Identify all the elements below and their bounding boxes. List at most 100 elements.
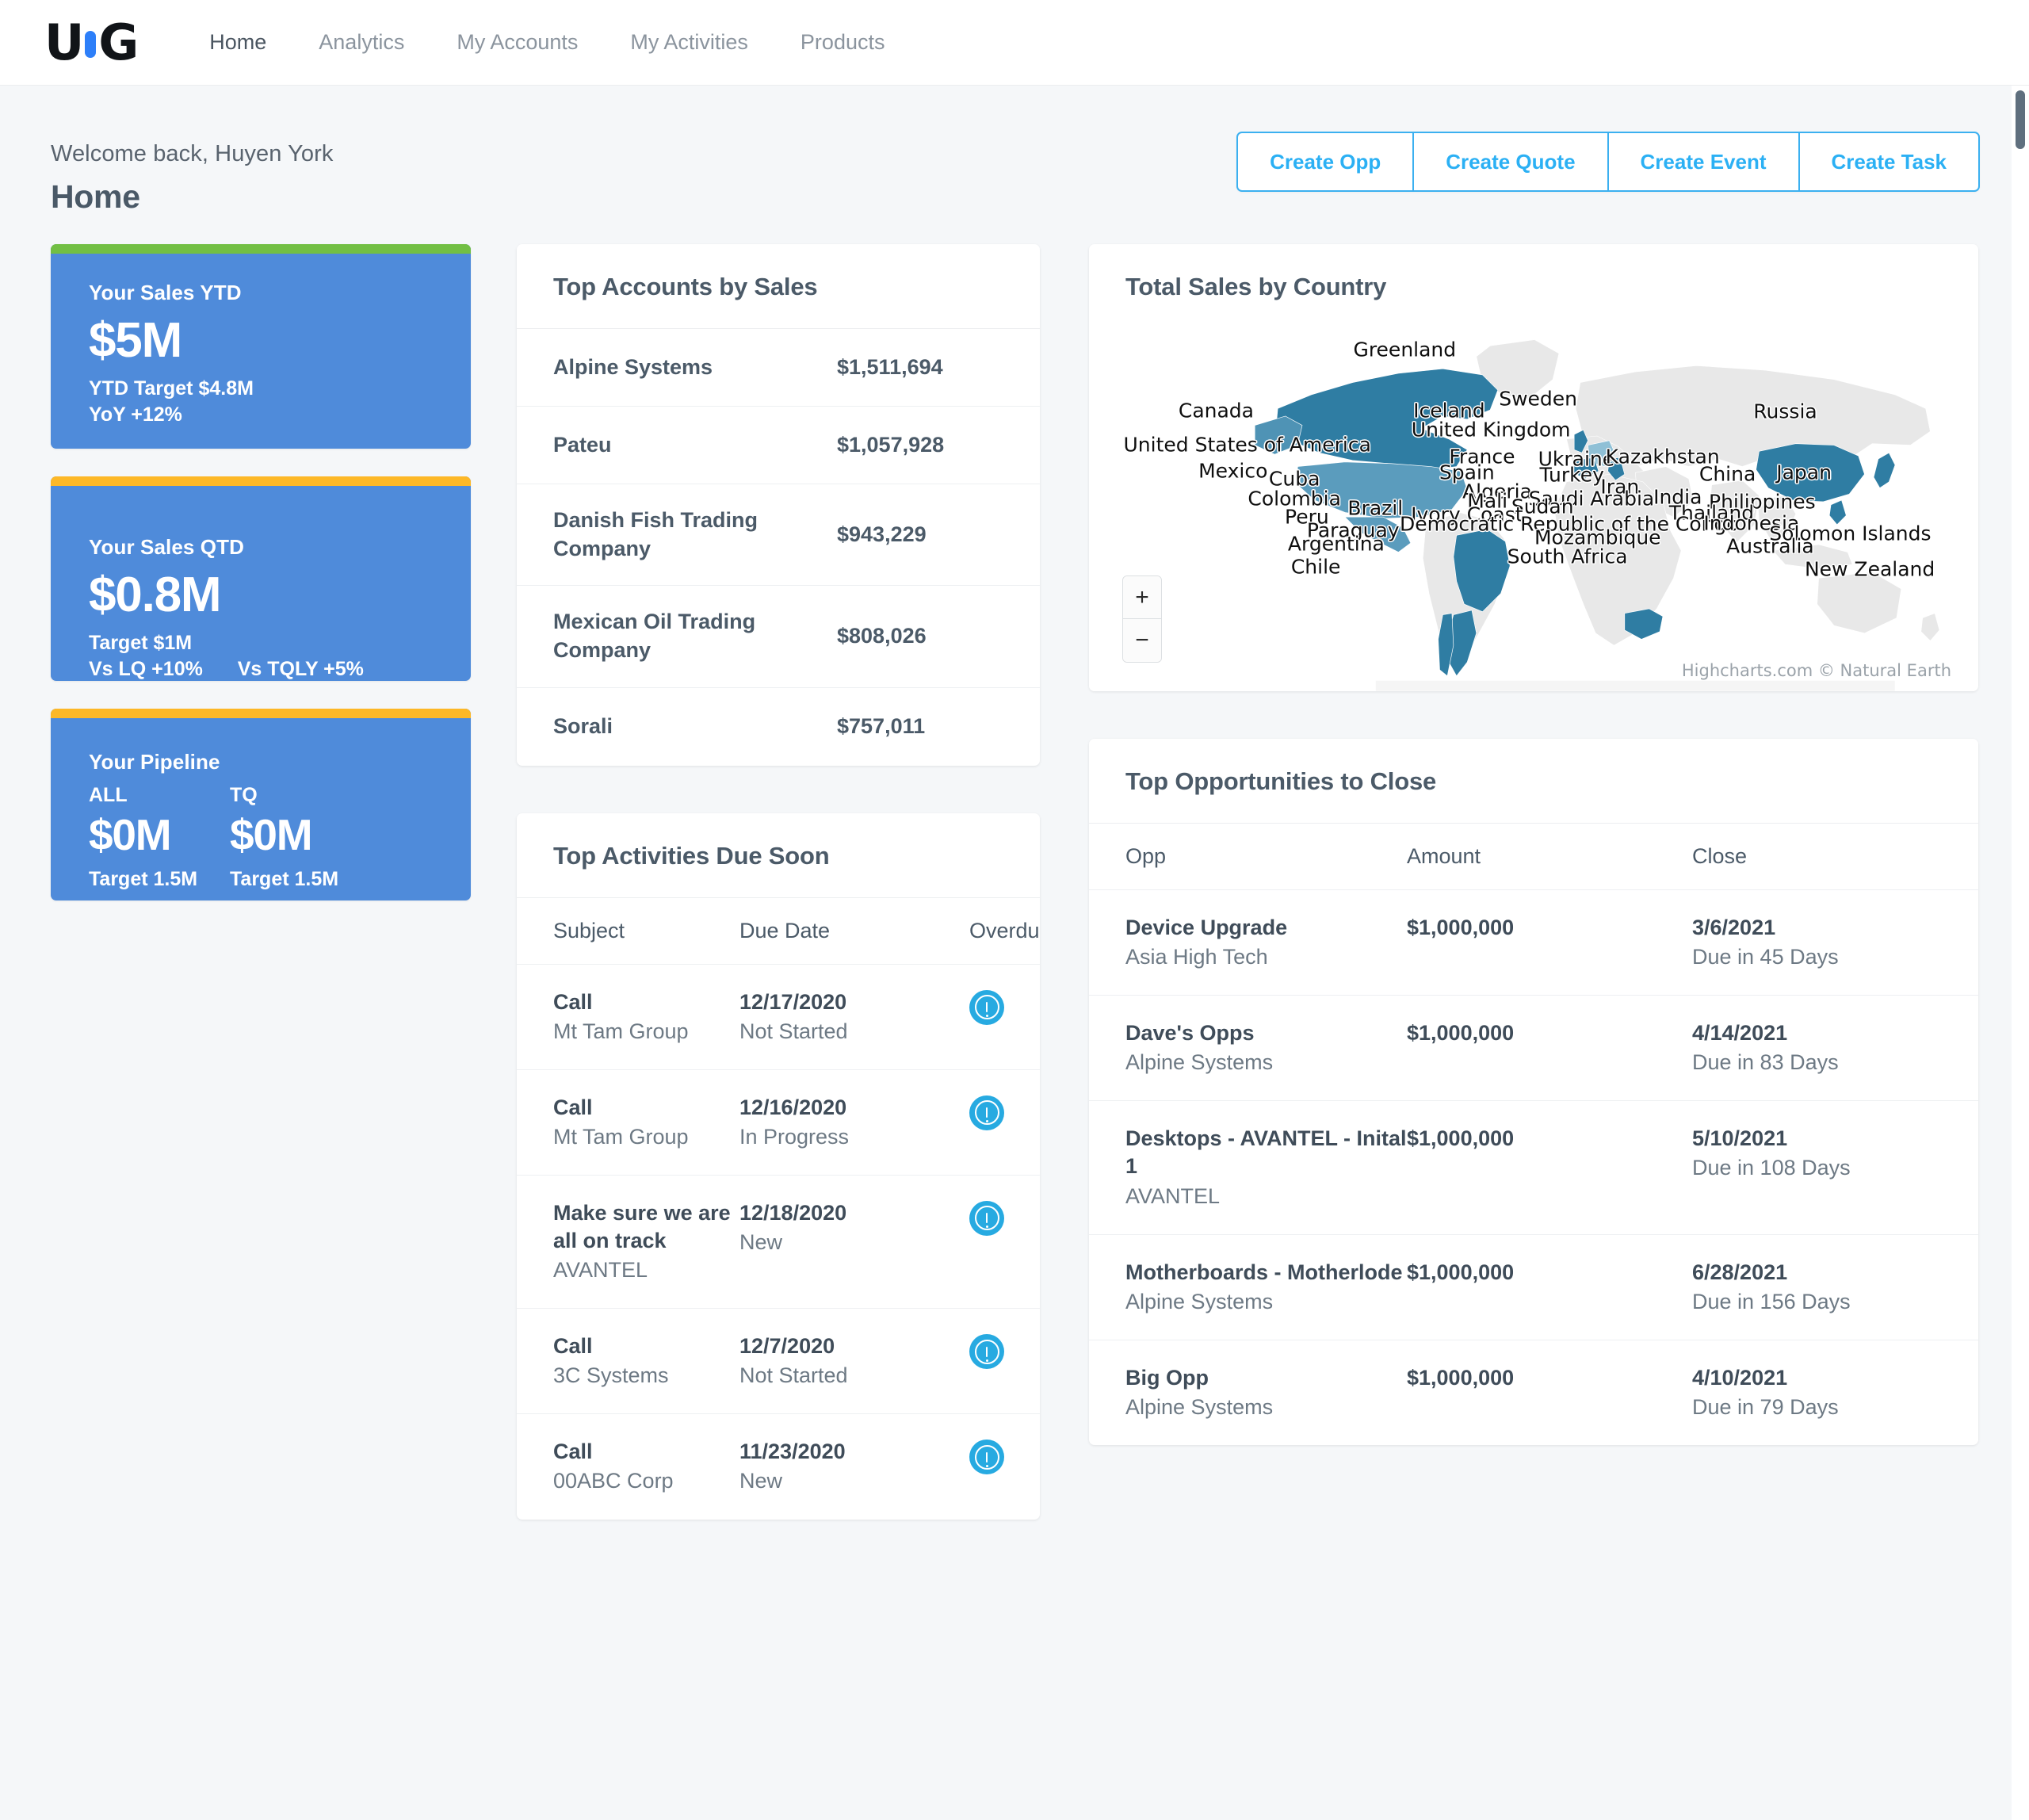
kpi-ytd-label: Your Sales YTD xyxy=(89,281,433,305)
map-zoom-in-button[interactable]: + xyxy=(1123,576,1161,619)
quick-action-bar: Create Opp Create Quote Create Event Cre… xyxy=(1236,132,1980,192)
opp-name-cell: Desktops - AVANTEL - Inital 1 AVANTEL xyxy=(1125,1125,1407,1210)
opp-close-date: 6/28/2021 xyxy=(1692,1259,1942,1287)
activity-subject[interactable]: Make sure we are all on track xyxy=(553,1199,739,1255)
world-map[interactable]: Greenland Iceland Sweden United Kingdom … xyxy=(1089,309,1978,691)
activity-due-date: 12/7/2020 xyxy=(739,1332,969,1360)
table-row[interactable]: Pateu $1,057,928 xyxy=(517,407,1040,484)
opp-name[interactable]: Dave's Opps xyxy=(1125,1019,1407,1047)
table-row[interactable]: Alpine Systems $1,511,694 xyxy=(517,329,1040,407)
opp-amount-cell: $1,000,000 xyxy=(1407,914,1692,942)
map-label: New Zealand xyxy=(1805,557,1935,580)
opp-amount: $1,000,000 xyxy=(1407,914,1692,942)
map-zoom-out-button[interactable]: − xyxy=(1123,619,1161,662)
map-label: Turkey xyxy=(1540,464,1604,487)
create-task-button[interactable]: Create Task xyxy=(1800,133,1979,190)
activity-subject-cell: Call 3C Systems xyxy=(553,1332,739,1390)
activity-subject[interactable]: Call xyxy=(553,1438,739,1466)
kpi-qtd-comparisons: Vs LQ +10% Vs TQLY +5% xyxy=(89,656,433,681)
activity-subject[interactable]: Call xyxy=(553,1332,739,1360)
opp-name[interactable]: Desktops - AVANTEL - Inital 1 xyxy=(1125,1125,1407,1180)
opp-name[interactable]: Big Opp xyxy=(1125,1364,1407,1392)
uig-logo[interactable]: UG xyxy=(44,18,137,67)
opp-name-cell: Motherboards - Motherlode Alpine Systems xyxy=(1125,1259,1407,1316)
map-label: Australia xyxy=(1726,535,1814,558)
nav-item-products[interactable]: Products xyxy=(774,22,911,63)
nav-item-home[interactable]: Home xyxy=(183,22,292,63)
opp-due-in: Due in 156 Days xyxy=(1692,1288,1942,1316)
table-row[interactable]: Call Mt Tam Group 12/17/2020 Not Started xyxy=(517,965,1040,1070)
kpi-ytd-target: YTD Target $4.8M xyxy=(89,376,433,403)
create-event-button[interactable]: Create Event xyxy=(1609,133,1800,190)
kpi-pipeline-tq-label: TQ xyxy=(230,784,371,807)
map-credits[interactable]: Highcharts.com © Natural Earth xyxy=(1682,661,1951,680)
table-row[interactable]: Sorali $757,011 xyxy=(517,688,1040,766)
activities-table-header: Subject Due Date Overdue xyxy=(517,898,1040,965)
table-row[interactable]: Call Mt Tam Group 12/16/2020 In Progress xyxy=(517,1070,1040,1176)
map-label: China xyxy=(1699,463,1756,486)
top-activities-header: Top Activities Due Soon xyxy=(517,813,1040,898)
column-header-opp: Opp xyxy=(1125,844,1407,869)
activity-subject-cell: Call 00ABC Corp xyxy=(553,1438,739,1495)
kpi-card-sales-qtd[interactable]: Your Sales QTD $0.8M Target $1M Vs LQ +1… xyxy=(51,476,471,681)
activity-subject[interactable]: Call xyxy=(553,988,739,1016)
top-navigation-bar: UG Home Analytics My Accounts My Activit… xyxy=(0,0,2029,86)
table-row[interactable]: Desktops - AVANTEL - Inital 1 AVANTEL $1… xyxy=(1089,1101,1978,1234)
opp-name[interactable]: Device Upgrade xyxy=(1125,914,1407,942)
opp-due-in: Due in 45 Days xyxy=(1692,943,1942,971)
nav-item-my-activities[interactable]: My Activities xyxy=(604,22,774,63)
activity-due-cell: 12/16/2020 In Progress xyxy=(739,1094,969,1151)
opp-close-cell: 3/6/2021 Due in 45 Days xyxy=(1692,914,1942,971)
activity-account: Mt Tam Group xyxy=(553,1018,739,1046)
scrollbar-thumb[interactable] xyxy=(2014,89,2027,151)
table-row[interactable]: Call 3C Systems 12/7/2020 Not Started xyxy=(517,1309,1040,1414)
activity-subject[interactable]: Call xyxy=(553,1094,739,1122)
right-column: Total Sales by Country xyxy=(1089,244,1978,1493)
table-row[interactable]: Make sure we are all on track AVANTEL 12… xyxy=(517,1176,1040,1309)
map-country-labels: Greenland Iceland Sweden United Kingdom … xyxy=(1089,309,1978,691)
map-label: Russia xyxy=(1753,400,1817,423)
opp-amount: $1,000,000 xyxy=(1407,1125,1692,1153)
logo-dot-icon xyxy=(85,31,96,58)
kpi-card-pipeline[interactable]: Your Pipeline ALL $0M Target 1.5M TQ $0M… xyxy=(51,709,471,900)
account-name[interactable]: Alpine Systems xyxy=(553,354,837,382)
map-label: Argentina xyxy=(1288,532,1385,555)
kpi-card-sales-ytd[interactable]: Your Sales YTD $5M YTD Target $4.8M YoY … xyxy=(51,244,471,449)
kpi-qtd-value: $0.8M xyxy=(89,569,433,622)
map-label: United Kingdom xyxy=(1412,418,1571,441)
kpi-pipeline-tq-value: $0M xyxy=(230,812,371,858)
activity-account: 3C Systems xyxy=(553,1362,739,1390)
table-row[interactable]: Danish Fish Trading Company $943,229 xyxy=(517,484,1040,586)
opp-amount: $1,000,000 xyxy=(1407,1019,1692,1047)
table-row[interactable]: Mexican Oil Trading Company $808,026 xyxy=(517,586,1040,687)
account-name[interactable]: Mexican Oil Trading Company xyxy=(553,608,837,664)
create-opp-button[interactable]: Create Opp xyxy=(1238,133,1414,190)
opp-name-cell: Dave's Opps Alpine Systems xyxy=(1125,1019,1407,1076)
map-header: Total Sales by Country xyxy=(1089,244,1978,309)
kpi-pipeline-all-value: $0M xyxy=(89,812,230,858)
activity-subject-cell: Call Mt Tam Group xyxy=(553,1094,739,1151)
map-label: Sweden xyxy=(1499,388,1577,411)
account-name[interactable]: Danish Fish Trading Company xyxy=(553,507,837,563)
kpi-pipeline-tq-target: Target 1.5M xyxy=(230,866,371,893)
overdue-alert-icon xyxy=(969,1440,1004,1474)
kpi-qtd-label: Your Sales QTD xyxy=(89,535,433,560)
table-row[interactable]: Call 00ABC Corp 11/23/2020 New xyxy=(517,1414,1040,1519)
nav-item-analytics[interactable]: Analytics xyxy=(292,22,430,63)
account-name[interactable]: Sorali xyxy=(553,713,837,741)
activity-due-date: 11/23/2020 xyxy=(739,1438,969,1466)
opp-name[interactable]: Motherboards - Motherlode xyxy=(1125,1259,1407,1287)
table-row[interactable]: Dave's Opps Alpine Systems $1,000,000 4/… xyxy=(1089,996,1978,1101)
table-row[interactable]: Device Upgrade Asia High Tech $1,000,000… xyxy=(1089,890,1978,996)
nav-item-my-accounts[interactable]: My Accounts xyxy=(430,22,604,63)
opp-amount: $1,000,000 xyxy=(1407,1259,1692,1287)
account-name[interactable]: Pateu xyxy=(553,431,837,460)
table-row[interactable]: Big Opp Alpine Systems $1,000,000 4/10/2… xyxy=(1089,1340,1978,1445)
create-quote-button[interactable]: Create Quote xyxy=(1414,133,1608,190)
map-label: Japan xyxy=(1776,461,1832,484)
table-row[interactable]: Motherboards - Motherlode Alpine Systems… xyxy=(1089,1235,1978,1340)
page-scrollbar[interactable] xyxy=(2012,86,2029,1820)
opportunities-table-header: Opp Amount Close xyxy=(1089,824,1978,890)
kpi-pipeline-all: ALL $0M Target 1.5M xyxy=(89,784,230,893)
opp-amount: $1,000,000 xyxy=(1407,1364,1692,1392)
